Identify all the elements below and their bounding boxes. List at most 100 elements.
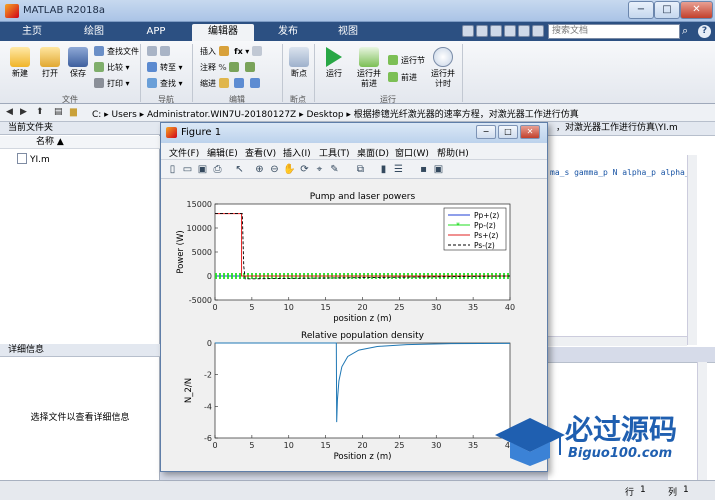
menu-file[interactable]: 文件(F) bbox=[169, 146, 199, 159]
pan-icon[interactable]: ✋ bbox=[283, 163, 296, 176]
figure-maximize-button[interactable]: □ bbox=[498, 125, 518, 139]
menu-desktop[interactable]: 桌面(D) bbox=[357, 146, 389, 159]
find-files-button[interactable]: 查找文件 bbox=[94, 46, 139, 57]
x-tick-label: 25 bbox=[394, 303, 404, 312]
save-button[interactable]: 保存 bbox=[64, 47, 92, 79]
figure-title-bar[interactable]: Figure 1 − □ ✕ bbox=[161, 123, 547, 143]
undo-quick-icon[interactable] bbox=[518, 25, 530, 37]
menu-help[interactable]: 帮助(H) bbox=[437, 146, 469, 159]
search-input[interactable]: 搜索文档 bbox=[548, 24, 680, 39]
run-section-button[interactable]: 运行节 bbox=[388, 55, 425, 66]
colorbar-icon[interactable]: ▮ bbox=[377, 163, 390, 176]
new-figure-icon[interactable]: ▯ bbox=[166, 163, 179, 176]
menu-insert[interactable]: 插入(I) bbox=[283, 146, 311, 159]
new-button[interactable]: 新建 bbox=[6, 47, 34, 79]
show-plot-tools-icon[interactable]: ▣ bbox=[432, 163, 445, 176]
breakpoints-button[interactable]: 断点 bbox=[286, 47, 312, 79]
y-tick-label: -4 bbox=[204, 402, 212, 411]
link-plot-icon[interactable]: ⧉ bbox=[354, 163, 367, 176]
tab-view[interactable]: 视图 bbox=[322, 24, 374, 41]
current-path[interactable]: C: ▸ Users ▸ Administrator.WIN7U-2018012… bbox=[92, 107, 579, 120]
redo-quick-icon[interactable] bbox=[532, 25, 544, 37]
menu-edit[interactable]: 编辑(E) bbox=[207, 146, 238, 159]
data-cursor-icon[interactable]: ⌖ bbox=[313, 163, 326, 176]
x-tick-label: 15 bbox=[321, 303, 331, 312]
minimize-button[interactable]: − bbox=[628, 1, 654, 19]
y-tick-label: 0 bbox=[207, 339, 212, 348]
run-and-advance-button[interactable]: 运行并 前进 bbox=[352, 47, 386, 89]
forward-icon[interactable]: ▶ bbox=[20, 107, 27, 117]
indent-button[interactable]: 缩进 bbox=[200, 78, 263, 89]
advance-button[interactable]: 前进 bbox=[388, 72, 417, 83]
rotate-icon[interactable]: ⟳ bbox=[298, 163, 311, 176]
open-button[interactable]: 打开 bbox=[36, 47, 64, 79]
insert-button[interactable]: 插入 fx ▾ bbox=[200, 46, 265, 57]
smart-indent-icon bbox=[218, 78, 229, 88]
hide-plot-tools-icon[interactable]: ▪ bbox=[417, 163, 430, 176]
new-icon bbox=[10, 47, 30, 67]
tab-publish[interactable]: 发布 bbox=[262, 24, 314, 41]
open-file-icon[interactable]: ▭ bbox=[181, 163, 194, 176]
comment-icon bbox=[229, 62, 240, 72]
brush-icon[interactable]: ✎ bbox=[328, 163, 341, 176]
y-tick-label: -6 bbox=[204, 434, 212, 443]
run-button[interactable]: 运行 bbox=[320, 47, 348, 79]
tab-plots[interactable]: 绘图 bbox=[68, 24, 120, 41]
run-time-label-2: 计时 bbox=[435, 79, 451, 88]
zoom-in-icon[interactable]: ⊕ bbox=[253, 163, 266, 176]
name-column-header[interactable]: 名称 ▲ bbox=[0, 136, 160, 149]
save-figure-icon[interactable]: ▣ bbox=[196, 163, 209, 176]
pointer-icon[interactable]: ↖ bbox=[233, 163, 246, 176]
find-files-label: 查找文件 bbox=[107, 47, 139, 56]
tab-home[interactable]: 主页 bbox=[6, 24, 58, 41]
editor-horizontal-scrollbar[interactable] bbox=[548, 336, 687, 346]
fx-button[interactable]: fx bbox=[234, 47, 243, 56]
copy-quick-icon[interactable] bbox=[490, 25, 502, 37]
browse-icon[interactable]: ▤ bbox=[54, 107, 63, 117]
zoom-out-icon[interactable]: ⊖ bbox=[268, 163, 281, 176]
editor-vertical-scrollbar[interactable] bbox=[687, 155, 697, 345]
watermark: 必过源码 Biguo100.com bbox=[490, 406, 705, 472]
cut-quick-icon[interactable] bbox=[476, 25, 488, 37]
save-quick-icon[interactable] bbox=[462, 25, 474, 37]
find-button[interactable]: 查找 ▾ bbox=[147, 78, 183, 89]
watermark-sub: Biguo100.com bbox=[568, 446, 673, 461]
menu-window[interactable]: 窗口(W) bbox=[395, 146, 429, 159]
search-icon[interactable]: ⌕ bbox=[682, 24, 696, 39]
compare-button[interactable]: 比较 ▾ bbox=[94, 62, 130, 73]
folder-icon[interactable]: ▆ bbox=[70, 107, 77, 117]
x-tick-label: 15 bbox=[321, 441, 331, 450]
axes-box bbox=[214, 342, 511, 439]
breakpoints-label: 断点 bbox=[291, 69, 307, 78]
run-and-time-button[interactable]: 运行并 计时 bbox=[428, 47, 458, 89]
maximize-button[interactable]: □ bbox=[654, 1, 680, 19]
nav-arrows[interactable] bbox=[147, 46, 173, 57]
menu-tools[interactable]: 工具(T) bbox=[319, 146, 350, 159]
paste-quick-icon[interactable] bbox=[504, 25, 516, 37]
figure-minimize-button[interactable]: − bbox=[476, 125, 496, 139]
run-label: 运行 bbox=[326, 69, 342, 78]
close-button[interactable]: ✕ bbox=[680, 1, 713, 19]
run-advance-label-1: 运行并 bbox=[357, 69, 381, 78]
legend-icon[interactable]: ☰ bbox=[392, 163, 405, 176]
tab-apps[interactable]: APP bbox=[130, 24, 182, 41]
tab-editor[interactable]: 编辑器 bbox=[192, 24, 254, 41]
row-label: 行 bbox=[625, 488, 635, 498]
code-line[interactable]: ma_s gamma_p N alpha_p alpha_ bbox=[550, 168, 690, 177]
print-button[interactable]: 打印 ▾ bbox=[94, 78, 130, 89]
comment-button[interactable]: 注释 % bbox=[200, 62, 258, 73]
file-list-item[interactable]: YI.m bbox=[17, 153, 50, 165]
y-tick-label: 10000 bbox=[187, 224, 212, 233]
help-icon[interactable]: ? bbox=[698, 25, 711, 38]
menu-view[interactable]: 查看(V) bbox=[245, 146, 276, 159]
figure-close-button[interactable]: ✕ bbox=[520, 125, 540, 139]
back-icon[interactable]: ◀ bbox=[6, 107, 13, 117]
find-icon bbox=[147, 78, 157, 88]
goto-button[interactable]: 转至 ▾ bbox=[147, 62, 183, 73]
insert-label: 插入 bbox=[200, 47, 216, 56]
editor-file-tab[interactable]: ，对激光器工作进行仿真\YI.m bbox=[548, 122, 715, 136]
up-icon[interactable]: ⬆ bbox=[36, 107, 44, 117]
edit-tools-icon[interactable] bbox=[251, 46, 262, 56]
run-advance-icon bbox=[359, 47, 379, 67]
print-figure-icon[interactable]: ⎙ bbox=[211, 163, 224, 176]
